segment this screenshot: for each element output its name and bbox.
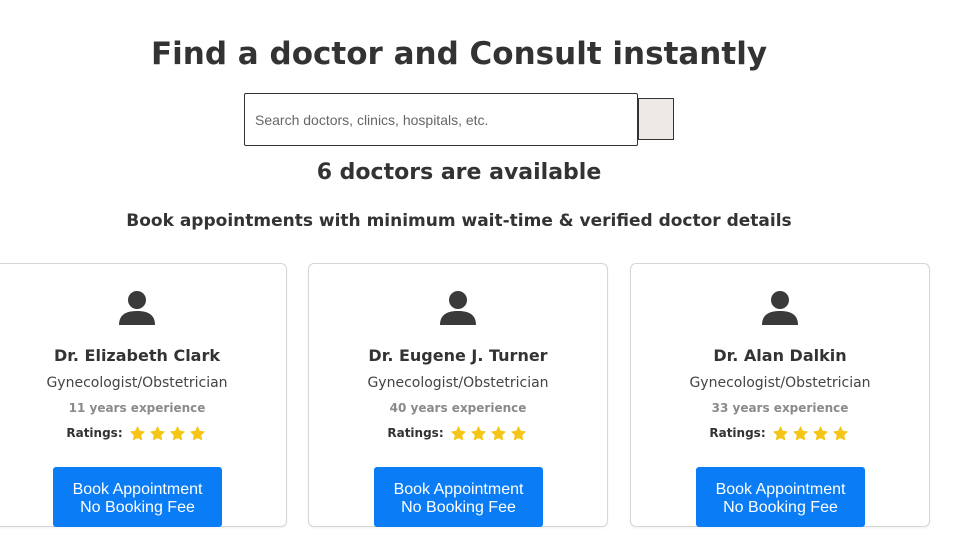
doctor-experience: 33 years experience [711, 401, 849, 415]
book-button-line2: No Booking Fee [723, 499, 838, 516]
doctor-name: Dr. Alan Dalkin [713, 346, 847, 365]
doctor-card: Dr. Elizabeth Clark Gynecologist/Obstetr… [0, 263, 287, 527]
star-icon [130, 425, 145, 440]
page-subheading: Book appointments with minimum wait-time… [126, 211, 792, 231]
doctor-specialty: Gynecologist/Obstetrician [367, 375, 549, 391]
user-icon [0, 290, 286, 326]
ratings-label: Ratings: [387, 426, 444, 440]
search-button[interactable] [638, 98, 674, 140]
doctor-count: 6 doctors are available [316, 160, 602, 185]
star-icon [511, 425, 526, 440]
star-icon [451, 425, 466, 440]
doctor-ratings: Ratings: [309, 424, 607, 442]
doctor-name: Dr. Elizabeth Clark [53, 346, 220, 365]
star-icon [793, 425, 808, 440]
user-icon [309, 290, 607, 326]
doctor-card: Dr. Eugene J. Turner Gynecologist/Obstet… [308, 263, 608, 527]
book-button-line1: Book Appointment [72, 481, 203, 498]
doctor-specialty: Gynecologist/Obstetrician [689, 375, 871, 391]
book-button-line1: Book Appointment [393, 481, 524, 498]
search-input[interactable] [244, 93, 638, 146]
doctor-specialty: Gynecologist/Obstetrician [46, 375, 228, 391]
doctor-card: Dr. Alan Dalkin Gynecologist/Obstetricia… [630, 263, 930, 527]
doctor-ratings: Ratings: [631, 424, 929, 442]
book-appointment-button[interactable]: Book Appointment No Booking Fee [53, 467, 222, 527]
star-icon [190, 425, 205, 440]
book-button-line2: No Booking Fee [80, 499, 195, 516]
star-icon [813, 425, 828, 440]
star-icon [773, 425, 788, 440]
star-icon [471, 425, 486, 440]
book-appointment-button[interactable]: Book Appointment No Booking Fee [374, 467, 543, 527]
doctor-experience: 40 years experience [389, 401, 527, 415]
doctor-name: Dr. Eugene J. Turner [368, 346, 548, 365]
ratings-label: Ratings: [66, 426, 123, 440]
book-button-line2: No Booking Fee [401, 499, 516, 516]
star-icon [491, 425, 506, 440]
doctor-ratings: Ratings: [0, 424, 286, 442]
star-icon [170, 425, 185, 440]
star-icon [150, 425, 165, 440]
doctor-experience: 11 years experience [68, 401, 206, 415]
page-title: Find a doctor and Consult instantly [150, 36, 768, 72]
user-icon [631, 290, 929, 326]
star-icon [833, 425, 848, 440]
book-button-line1: Book Appointment [715, 481, 846, 498]
book-appointment-button[interactable]: Book Appointment No Booking Fee [696, 467, 865, 527]
ratings-label: Ratings: [709, 426, 766, 440]
